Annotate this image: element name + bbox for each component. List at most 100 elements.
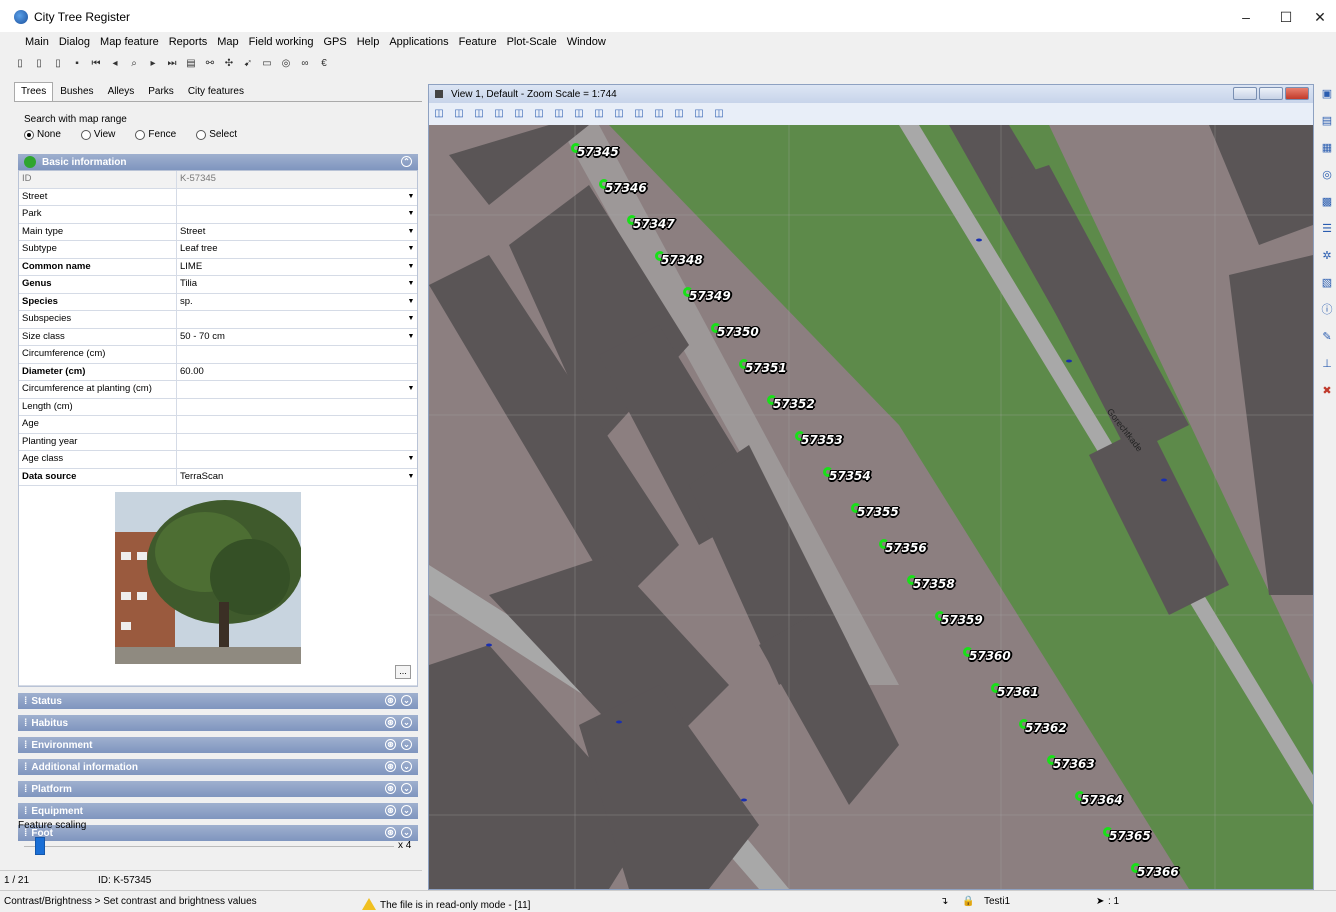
tree-label[interactable]: 57348: [661, 253, 703, 267]
zoom-extent-icon[interactable]: ◫: [553, 108, 565, 120]
tree-label[interactable]: 57350: [717, 325, 759, 339]
expand-icon[interactable]: ⌄: [401, 717, 412, 728]
grid-icon[interactable]: ◫: [573, 108, 585, 120]
pin-icon[interactable]: ⊛: [385, 717, 396, 728]
map-icon[interactable]: ▧: [1320, 276, 1334, 290]
tree-icon[interactable]: ◫: [673, 108, 685, 120]
expand-icon[interactable]: ⌄: [401, 783, 412, 794]
field-value[interactable]: Leaf tree ▼: [177, 241, 417, 258]
info-icon[interactable]: ⓘ: [1320, 303, 1334, 317]
zoom-out-icon[interactable]: ◫: [533, 108, 545, 120]
field-value[interactable]: ▼: [177, 311, 417, 328]
menu-item-main[interactable]: Main: [20, 34, 54, 52]
next-icon[interactable]: ▸: [147, 58, 159, 70]
circle-icon[interactable]: ◎: [280, 58, 292, 70]
radio-view[interactable]: View: [80, 129, 115, 140]
dropdown-arrow-icon[interactable]: ▼: [407, 472, 415, 482]
section-platform[interactable]: ⁞ Platform ⊛ ⌄: [18, 781, 418, 797]
close-button[interactable]: ✕: [1300, 6, 1336, 28]
link-icon[interactable]: ⚯: [204, 58, 216, 70]
tab-alleys[interactable]: Alleys: [101, 82, 142, 101]
rect-icon[interactable]: ▭: [261, 58, 273, 70]
refresh-icon[interactable]: ◫: [593, 108, 605, 120]
tree-label[interactable]: 57366: [1137, 865, 1179, 879]
open-icon[interactable]: ▯: [52, 58, 64, 70]
field-value[interactable]: 50 - 70 cm ▼: [177, 329, 417, 346]
dropdown-arrow-icon[interactable]: ▼: [407, 454, 415, 464]
field-value[interactable]: sp. ▼: [177, 294, 417, 311]
scaling-slider-thumb[interactable]: [35, 837, 46, 855]
pencil-icon[interactable]: ✎: [1320, 330, 1334, 344]
globe-icon[interactable]: ◎: [1320, 168, 1334, 182]
delete-icon[interactable]: ✖: [1320, 384, 1334, 398]
minimize-button[interactable]: –: [1226, 6, 1266, 28]
stack-icon[interactable]: ☰: [1320, 222, 1334, 236]
tab-parks[interactable]: Parks: [141, 82, 181, 101]
scaling-slider-track[interactable]: [24, 846, 394, 847]
dropdown-arrow-icon[interactable]: ▼: [407, 279, 415, 289]
section-equipment[interactable]: ⁞ Equipment ⊛ ⌄: [18, 803, 418, 819]
menu-item-applications[interactable]: Applications: [384, 34, 453, 52]
list-icon[interactable]: ▤: [185, 58, 197, 70]
sparkle-icon[interactable]: ✲: [1320, 249, 1334, 263]
expand-icon[interactable]: ⌄: [401, 761, 412, 772]
field-value[interactable]: [177, 346, 417, 363]
tree-label[interactable]: 57355: [857, 505, 899, 519]
tree-label[interactable]: 57360: [969, 649, 1011, 663]
tab-bushes[interactable]: Bushes: [53, 82, 100, 101]
dropdown-arrow-icon[interactable]: ▼: [407, 227, 415, 237]
field-value[interactable]: LIME ▼: [177, 259, 417, 276]
menu-item-feature[interactable]: Feature: [454, 34, 502, 52]
dropdown-arrow-icon[interactable]: ▼: [407, 384, 415, 394]
dropdown-arrow-icon[interactable]: ▼: [407, 262, 415, 272]
expand-icon[interactable]: ⌄: [401, 695, 412, 706]
tree-label[interactable]: 57359: [941, 613, 983, 627]
tab-city-features[interactable]: City features: [181, 82, 251, 101]
window-icon[interactable]: ▣: [1320, 87, 1334, 101]
dropdown-arrow-icon[interactable]: ▼: [407, 332, 415, 342]
pin-icon[interactable]: ⊛: [385, 695, 396, 706]
menu-item-map[interactable]: Map: [212, 34, 243, 52]
move-icon[interactable]: ✣: [223, 58, 235, 70]
tree-label[interactable]: 57362: [1025, 721, 1067, 735]
image-icon[interactable]: ▩: [1320, 195, 1334, 209]
section-habitus[interactable]: ⁞ Habitus ⊛ ⌄: [18, 715, 418, 731]
menu-item-help[interactable]: Help: [352, 34, 385, 52]
collapse-icon[interactable]: ⌃: [401, 156, 412, 167]
select-icon[interactable]: ◫: [433, 108, 445, 120]
globe-icon[interactable]: ◫: [453, 108, 465, 120]
light-icon[interactable]: ◫: [473, 108, 485, 120]
dropdown-arrow-icon[interactable]: ▼: [407, 209, 415, 219]
measure-icon[interactable]: ⊥: [1320, 357, 1334, 371]
new-icon[interactable]: ▯: [14, 58, 26, 70]
field-value[interactable]: [177, 416, 417, 433]
menu-item-dialog[interactable]: Dialog: [54, 34, 95, 52]
field-value[interactable]: [177, 434, 417, 451]
first-icon[interactable]: ⏮: [90, 58, 102, 70]
find-tree-icon[interactable]: ◫: [693, 108, 705, 120]
last-icon[interactable]: ⏭: [166, 58, 178, 70]
field-value[interactable]: ▼: [177, 381, 417, 398]
field-value[interactable]: ▼: [177, 189, 417, 206]
pin-icon[interactable]: ⊛: [385, 805, 396, 816]
view-close-button[interactable]: [1285, 87, 1309, 100]
tree-label[interactable]: 57356: [885, 541, 927, 555]
radio-select[interactable]: Select: [196, 129, 237, 140]
menu-item-plot-scale[interactable]: Plot-Scale: [502, 34, 562, 52]
cursor-icon[interactable]: ➹: [242, 58, 254, 70]
pin-icon[interactable]: ⊛: [385, 761, 396, 772]
field-value[interactable]: TerraScan ▼: [177, 469, 417, 486]
tree-label[interactable]: 57352: [773, 397, 815, 411]
expand-icon[interactable]: ⌄: [401, 805, 412, 816]
tab-trees[interactable]: Trees: [14, 82, 54, 101]
field-value[interactable]: ▼: [177, 451, 417, 468]
tree-label[interactable]: 57365: [1109, 829, 1151, 843]
tree-label[interactable]: 57346: [605, 181, 647, 195]
euro-icon[interactable]: €: [318, 58, 330, 70]
tree-label[interactable]: 57351: [745, 361, 787, 375]
field-value[interactable]: [177, 399, 417, 416]
tree-label[interactable]: 57345: [577, 145, 619, 159]
view-next-icon[interactable]: ◫: [653, 108, 665, 120]
tree-label[interactable]: 57358: [913, 577, 955, 591]
expand-icon[interactable]: ⌄: [401, 739, 412, 750]
